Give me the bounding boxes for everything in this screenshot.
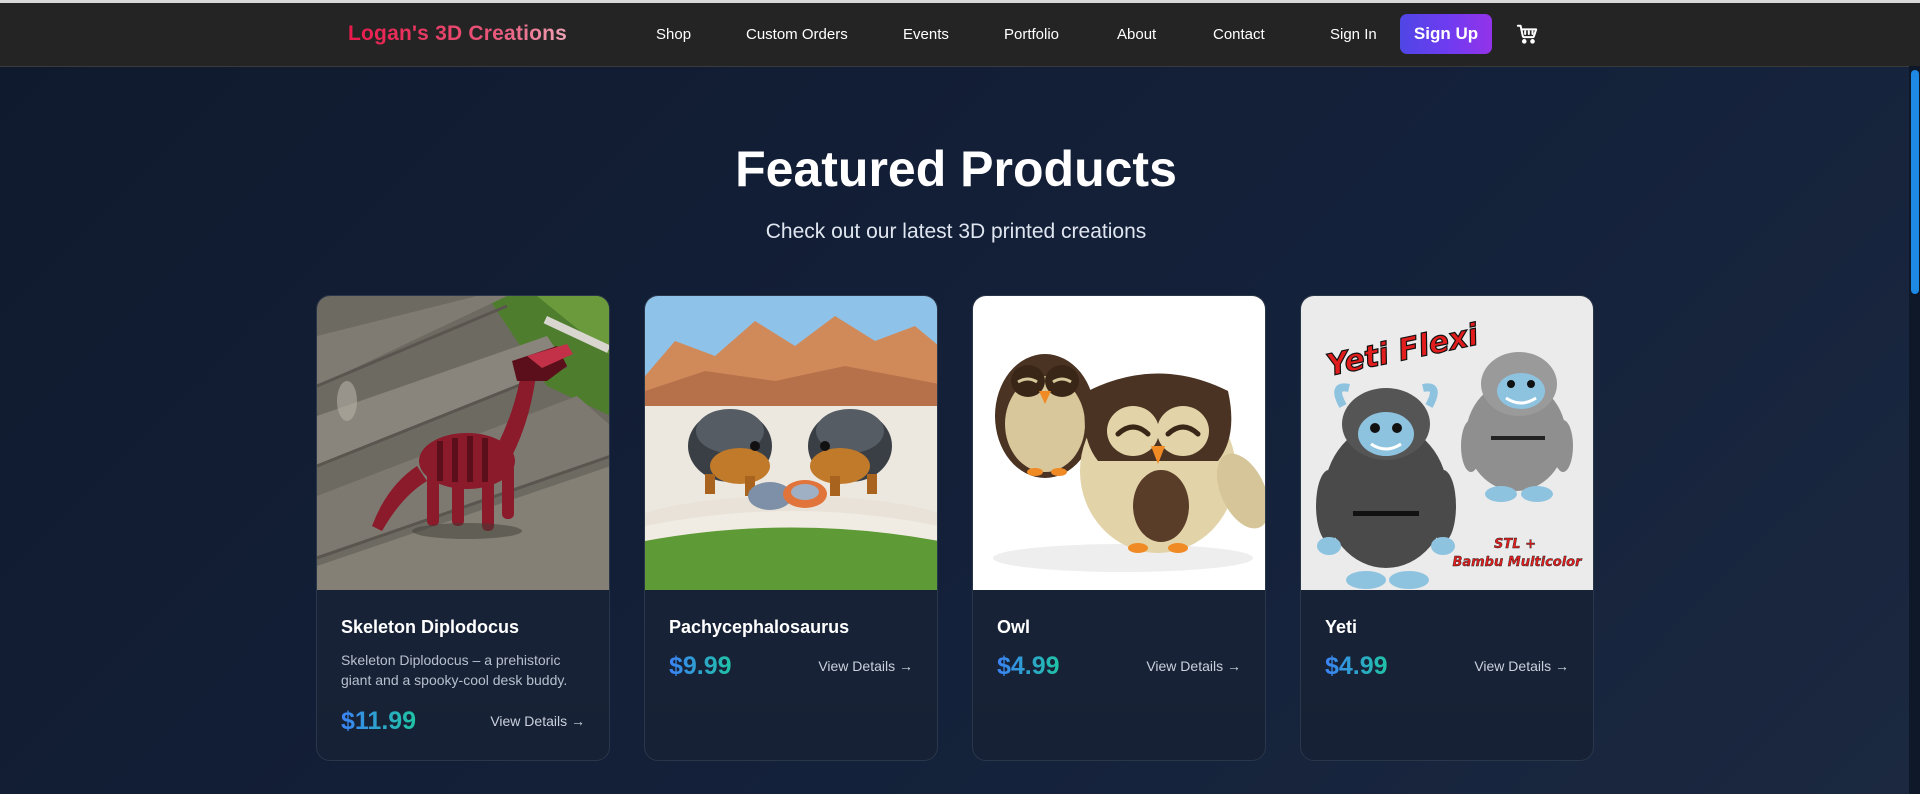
product-card-skeleton-diplodocus[interactable]: Skeleton Diplodocus Skeleton Diplodocus …: [316, 295, 610, 761]
view-details-link[interactable]: View Details →: [818, 658, 913, 674]
product-image-owl[interactable]: [973, 296, 1265, 590]
featured-title: Featured Products: [735, 141, 1177, 197]
product-card-owl[interactable]: Owl $4.99 View Details →: [972, 295, 1266, 761]
product-card-yeti[interactable]: Yeti Flexi STL + Bambu Multicolor Yeti $…: [1300, 295, 1594, 761]
nav-link-about[interactable]: About: [1117, 26, 1156, 43]
svg-text:STL +: STL +: [1494, 537, 1536, 552]
nav-link-events[interactable]: Events: [903, 26, 949, 43]
sign-in-link[interactable]: Sign In: [1330, 26, 1377, 43]
featured-subtitle: Check out our latest 3D printed creation…: [765, 220, 1147, 243]
view-details-link[interactable]: View Details →: [1474, 658, 1569, 674]
product-price: $9.99: [669, 652, 732, 680]
view-details-link[interactable]: View Details →: [1146, 658, 1241, 674]
svg-text:Bambu Multicolor: Bambu Multicolor: [1452, 555, 1583, 570]
product-price: $4.99: [997, 652, 1060, 680]
nav-link-contact[interactable]: Contact: [1213, 26, 1265, 43]
product-image-yeti[interactable]: Yeti Flexi STL + Bambu Multicolor: [1301, 296, 1593, 590]
scrollbar-thumb[interactable]: [1911, 70, 1919, 294]
product-price: $4.99: [1325, 652, 1388, 680]
product-name: Skeleton Diplodocus: [341, 617, 520, 637]
product-image-skeleton-diplodocus[interactable]: [317, 296, 609, 590]
product-name: Pachycephalosaurus: [669, 617, 850, 637]
product-description: Skeleton Diplodocus – a prehistoric gian…: [341, 652, 568, 688]
view-details-link[interactable]: View Details →: [490, 713, 585, 729]
nav-link-shop[interactable]: Shop: [656, 26, 691, 43]
product-name: Yeti: [1325, 617, 1358, 637]
product-price: $11.99: [341, 707, 417, 735]
sign-up-button[interactable]: Sign Up: [1400, 14, 1492, 54]
cart-icon[interactable]: [1516, 23, 1538, 45]
site-logo[interactable]: Logan's 3D Creations: [348, 22, 567, 46]
nav-link-portfolio[interactable]: Portfolio: [1004, 26, 1059, 43]
product-image-pachycephalosaurus[interactable]: [645, 296, 937, 590]
nav-link-custom-orders[interactable]: Custom Orders: [746, 26, 848, 43]
product-card-pachycephalosaurus[interactable]: Pachycephalosaurus $9.99 View Details →: [644, 295, 938, 761]
navbar: Logan's 3D Creations Shop Custom Orders …: [0, 3, 1920, 67]
product-name: Owl: [997, 617, 1031, 637]
